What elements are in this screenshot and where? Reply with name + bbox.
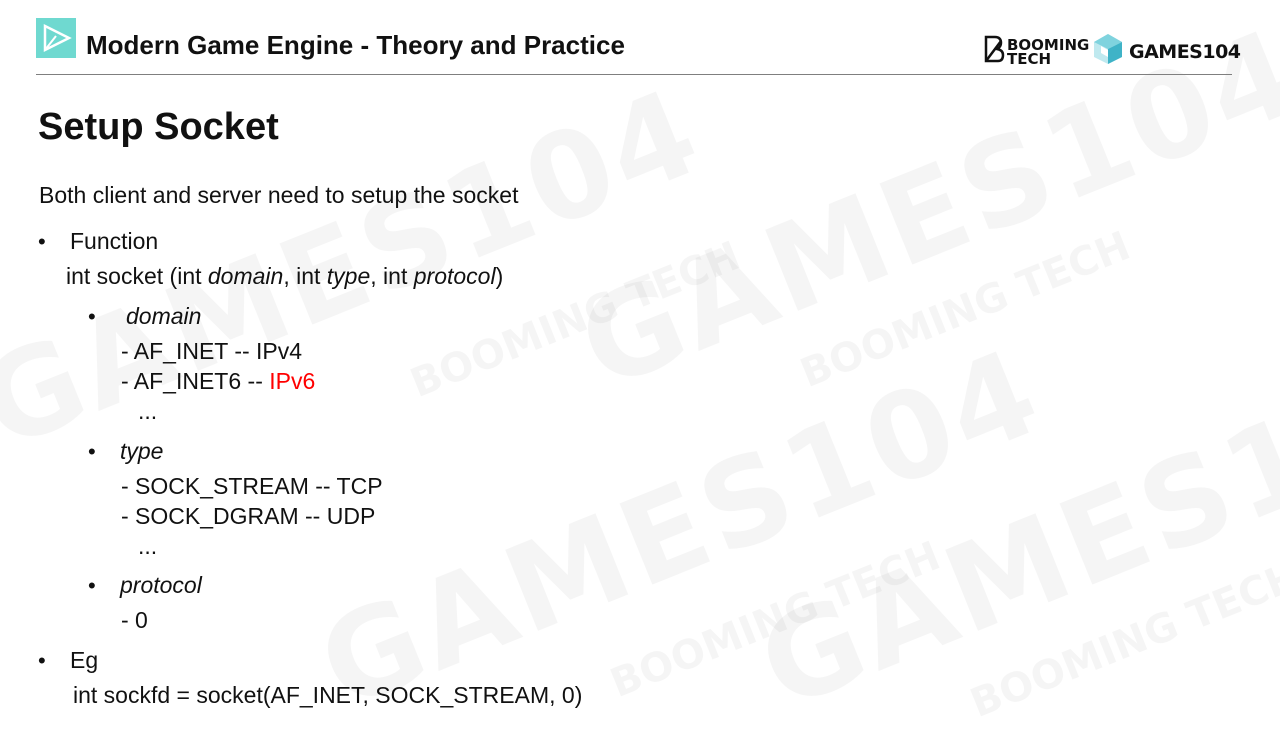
bullet: • [88, 573, 96, 598]
bullet: • [88, 304, 96, 329]
intro-text: Both client and server need to setup the… [39, 182, 519, 208]
bullet: • [38, 648, 46, 673]
slide-title: Setup Socket [38, 106, 279, 148]
watermark-booming: BOOMING TECH [795, 226, 1135, 395]
protocol-item-zero: - 0 [121, 607, 148, 633]
booming-tech-logo: BOOMING TECH [983, 35, 1089, 68]
type-item-dgram: - SOCK_DGRAM -- UDP [121, 503, 376, 529]
watermark-booming: BOOMING TECH [965, 556, 1280, 725]
signature-part: , int [283, 263, 327, 289]
cube-icon [1093, 33, 1123, 70]
games104-text: GAMES104 [1129, 40, 1241, 63]
domain-label: domain [126, 303, 202, 329]
type-label: type [120, 438, 164, 464]
type-item-stream: - SOCK_STREAM -- TCP [121, 473, 383, 499]
watermark-booming: BOOMING TECH [605, 536, 945, 705]
header-title: Modern Game Engine - Theory and Practice [86, 30, 625, 60]
eg-label: Eg [70, 647, 99, 673]
function-signature: int socket (int domain, int type, int pr… [66, 263, 503, 290]
ipv6-highlight: IPv6 [269, 368, 316, 394]
bullet: • [38, 229, 46, 254]
booming-tech-text: BOOMING TECH [1007, 35, 1090, 68]
signature-part: int socket (int [66, 263, 208, 289]
watermark-games104: GAMES104 [302, 322, 1060, 736]
domain-item-inet6: - AF_INET6 -- IPv6 [121, 368, 315, 395]
games104-logo: GAMES104 [1093, 33, 1241, 70]
signature-domain: domain [207, 263, 284, 289]
signature-part: , int [370, 263, 414, 289]
signature-part: ) [495, 263, 504, 289]
signature-type: type [326, 263, 371, 289]
protocol-label: protocol [120, 572, 202, 598]
type-ellipsis: ... [138, 533, 158, 559]
domain-item-inet: - AF_INET -- IPv4 [121, 338, 303, 364]
signature-protocol: protocol [413, 263, 496, 289]
function-label: Function [70, 228, 159, 254]
booming-b-icon [983, 35, 1005, 68]
play-triangle-icon [36, 18, 76, 58]
watermark-booming: BOOMING TECH [405, 236, 745, 405]
bullet: • [88, 439, 96, 464]
watermark-games104: GAMES104 [742, 322, 1280, 736]
domain-ellipsis: ... [138, 398, 158, 424]
domain-item-inet6-prefix: - AF_INET6 -- [121, 368, 270, 394]
eg-code: int sockfd = socket(AF_INET, SOCK_STREAM… [73, 682, 583, 708]
header-divider [36, 74, 1232, 75]
